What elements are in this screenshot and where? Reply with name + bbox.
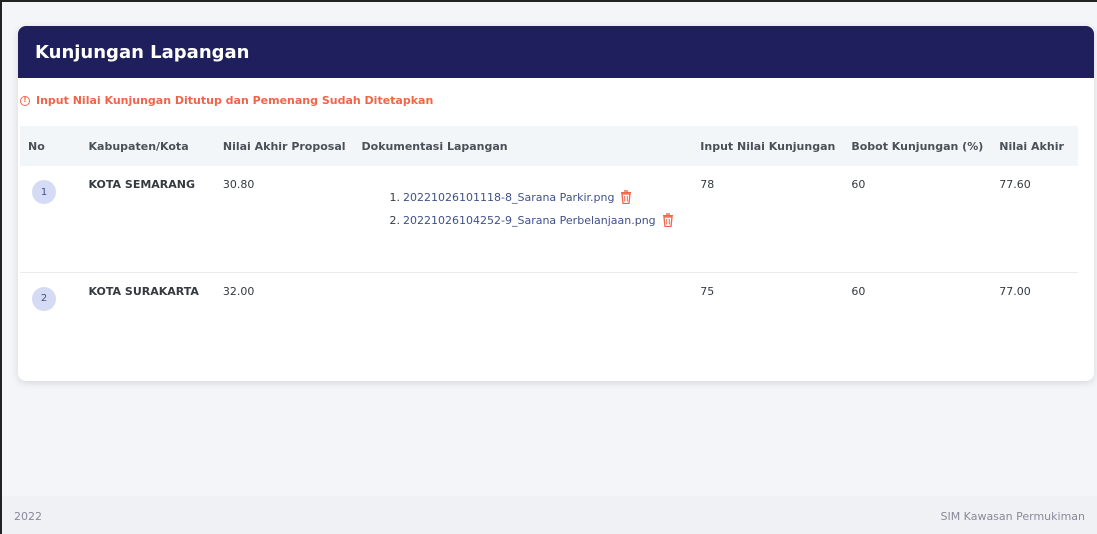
row-number-badge: 2 <box>32 286 56 311</box>
col-header-dokumentasi: Dokumentasi Lapangan <box>361 139 508 153</box>
page-footer: 2022 SIM Kawasan Permukiman <box>2 496 1097 534</box>
cell-kabupaten: KOTA SURAKARTA <box>88 284 199 298</box>
list-item: 1. 20221026101118-8_Sarana Parkir.png <box>389 190 685 205</box>
cell-dokumentasi: 1. 20221026101118-8_Sarana Parkir.png 2.… <box>354 166 693 272</box>
table-header-row: No Kabupaten/Kota Nilai Akhir Proposal D… <box>20 126 1078 166</box>
cell-nilai-proposal: 30.80 <box>222 178 255 191</box>
cell-no: 1 <box>20 166 81 272</box>
trash-icon[interactable] <box>662 213 674 228</box>
doc-number: 1. <box>389 190 401 204</box>
row-number-badge: 1 <box>32 180 56 204</box>
cell-no: 2 <box>20 272 81 332</box>
footer-app-name: SIM Kawasan Permukiman <box>940 509 1085 523</box>
table-row: 1 KOTA SEMARANG 30.80 1. 20221026101118-… <box>20 166 1078 272</box>
cell-bobot: 60 <box>851 178 866 191</box>
col-header-input-nilai: Input Nilai Kunjungan <box>700 139 836 153</box>
col-header-no: No <box>28 139 45 153</box>
closed-alert: ! Input Nilai Kunjungan Ditutup dan Peme… <box>20 94 433 107</box>
card-header: Kunjungan Lapangan <box>18 26 1094 78</box>
doc-number: 2. <box>389 213 401 227</box>
doc-link[interactable]: 20221026101118-8_Sarana Parkir.png <box>403 191 614 204</box>
list-item: 2. 20221026104252-9_Sarana Perbelanjaan.… <box>389 213 685 228</box>
kunjungan-table: No Kabupaten/Kota Nilai Akhir Proposal D… <box>20 126 1078 332</box>
footer-year: 2022 <box>14 509 42 523</box>
info-circle-icon: ! <box>20 95 30 106</box>
cell-input-nilai: 75 <box>700 284 715 298</box>
cell-input-nilai: 78 <box>700 178 715 191</box>
trash-icon[interactable] <box>620 190 632 205</box>
alert-text: Input Nilai Kunjungan Ditutup dan Pemena… <box>36 94 434 107</box>
cell-nilai-akhir: 77.00 <box>999 284 1031 298</box>
card-title: Kunjungan Lapangan <box>35 41 250 63</box>
cell-bobot: 60 <box>851 284 866 298</box>
doc-link[interactable]: 20221026104252-9_Sarana Perbelanjaan.png <box>403 214 656 227</box>
col-header-nilai-proposal: Nilai Akhir Proposal <box>222 139 346 153</box>
cell-nilai-proposal: 32.00 <box>222 284 255 298</box>
doc-list: 1. 20221026101118-8_Sarana Parkir.png 2.… <box>362 178 685 228</box>
col-header-nilai-akhir: Nilai Akhir <box>999 139 1064 153</box>
cell-nilai-akhir: 77.60 <box>999 178 1031 191</box>
table-row: 2 KOTA SURAKARTA 32.00 75 60 77.00 <box>20 272 1078 332</box>
col-header-kabupaten: Kabupaten/Kota <box>88 139 189 153</box>
cell-kabupaten: KOTA SEMARANG <box>88 178 196 191</box>
col-header-bobot: Bobot Kunjungan (%) <box>851 139 984 153</box>
cell-dokumentasi <box>354 272 693 332</box>
kunjungan-table-wrapper: No Kabupaten/Kota Nilai Akhir Proposal D… <box>20 126 1078 332</box>
